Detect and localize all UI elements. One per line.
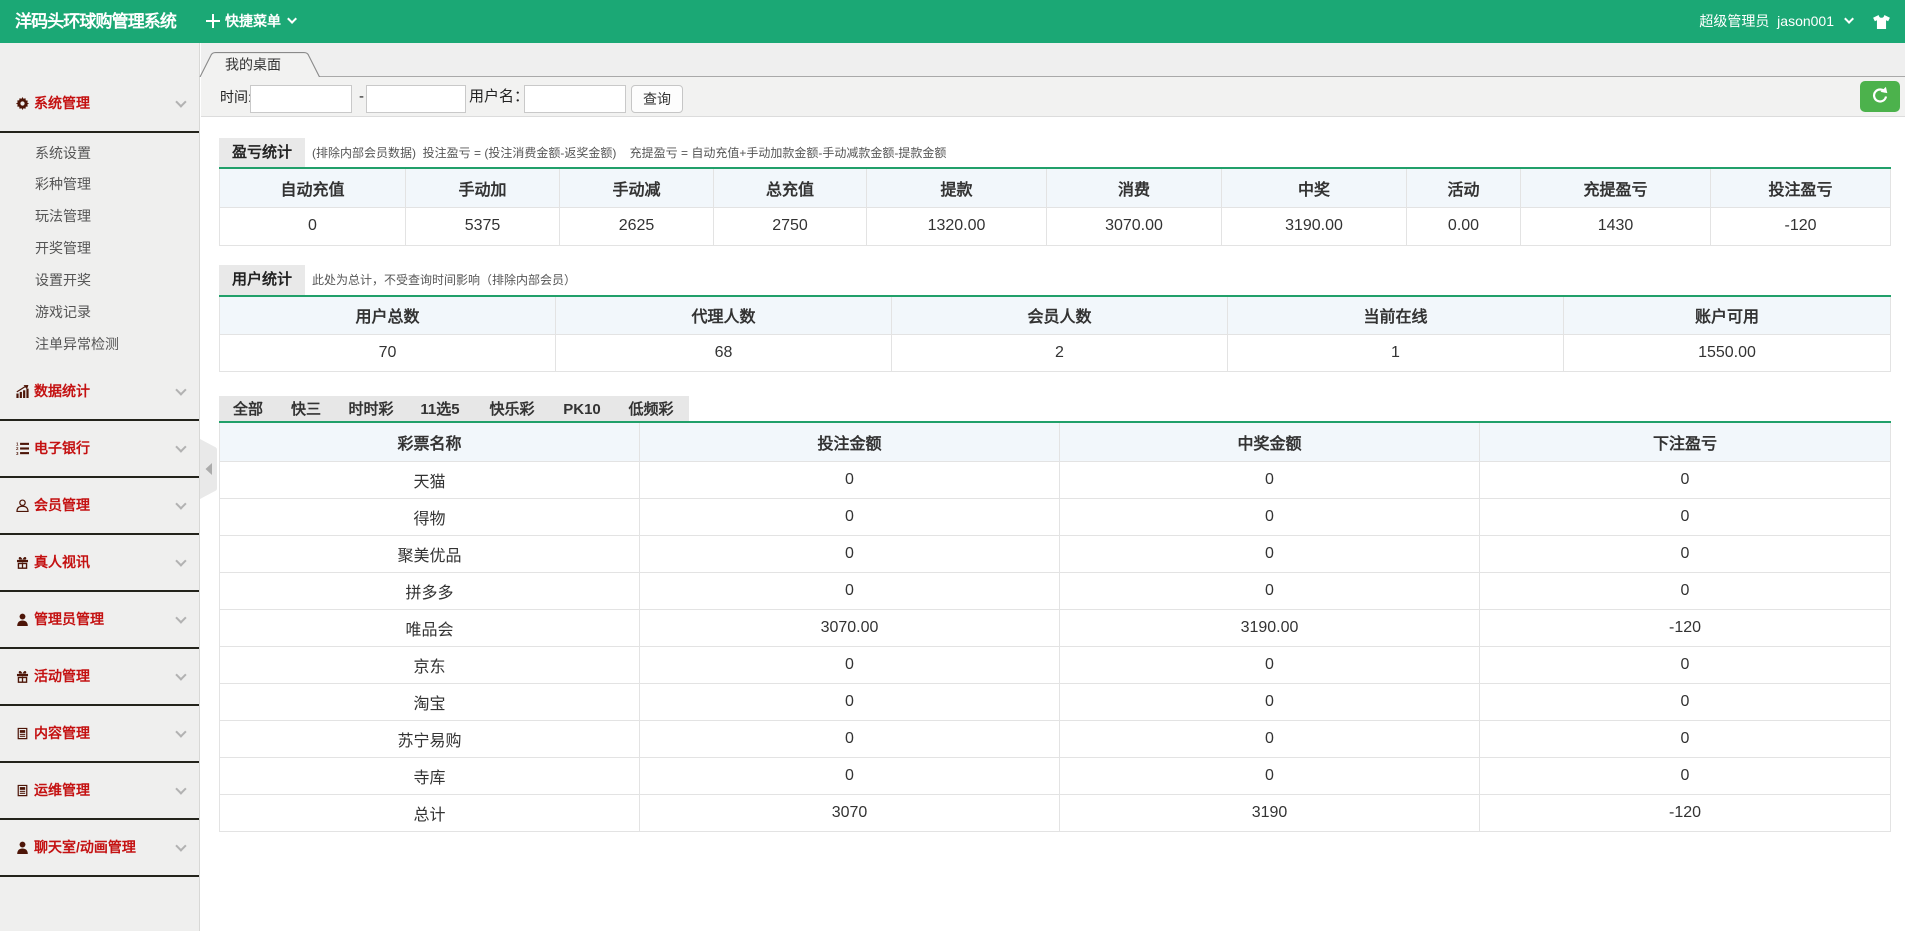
svg-text:3: 3 (16, 450, 19, 454)
svg-text:我的桌面: 我的桌面 (225, 57, 281, 73)
